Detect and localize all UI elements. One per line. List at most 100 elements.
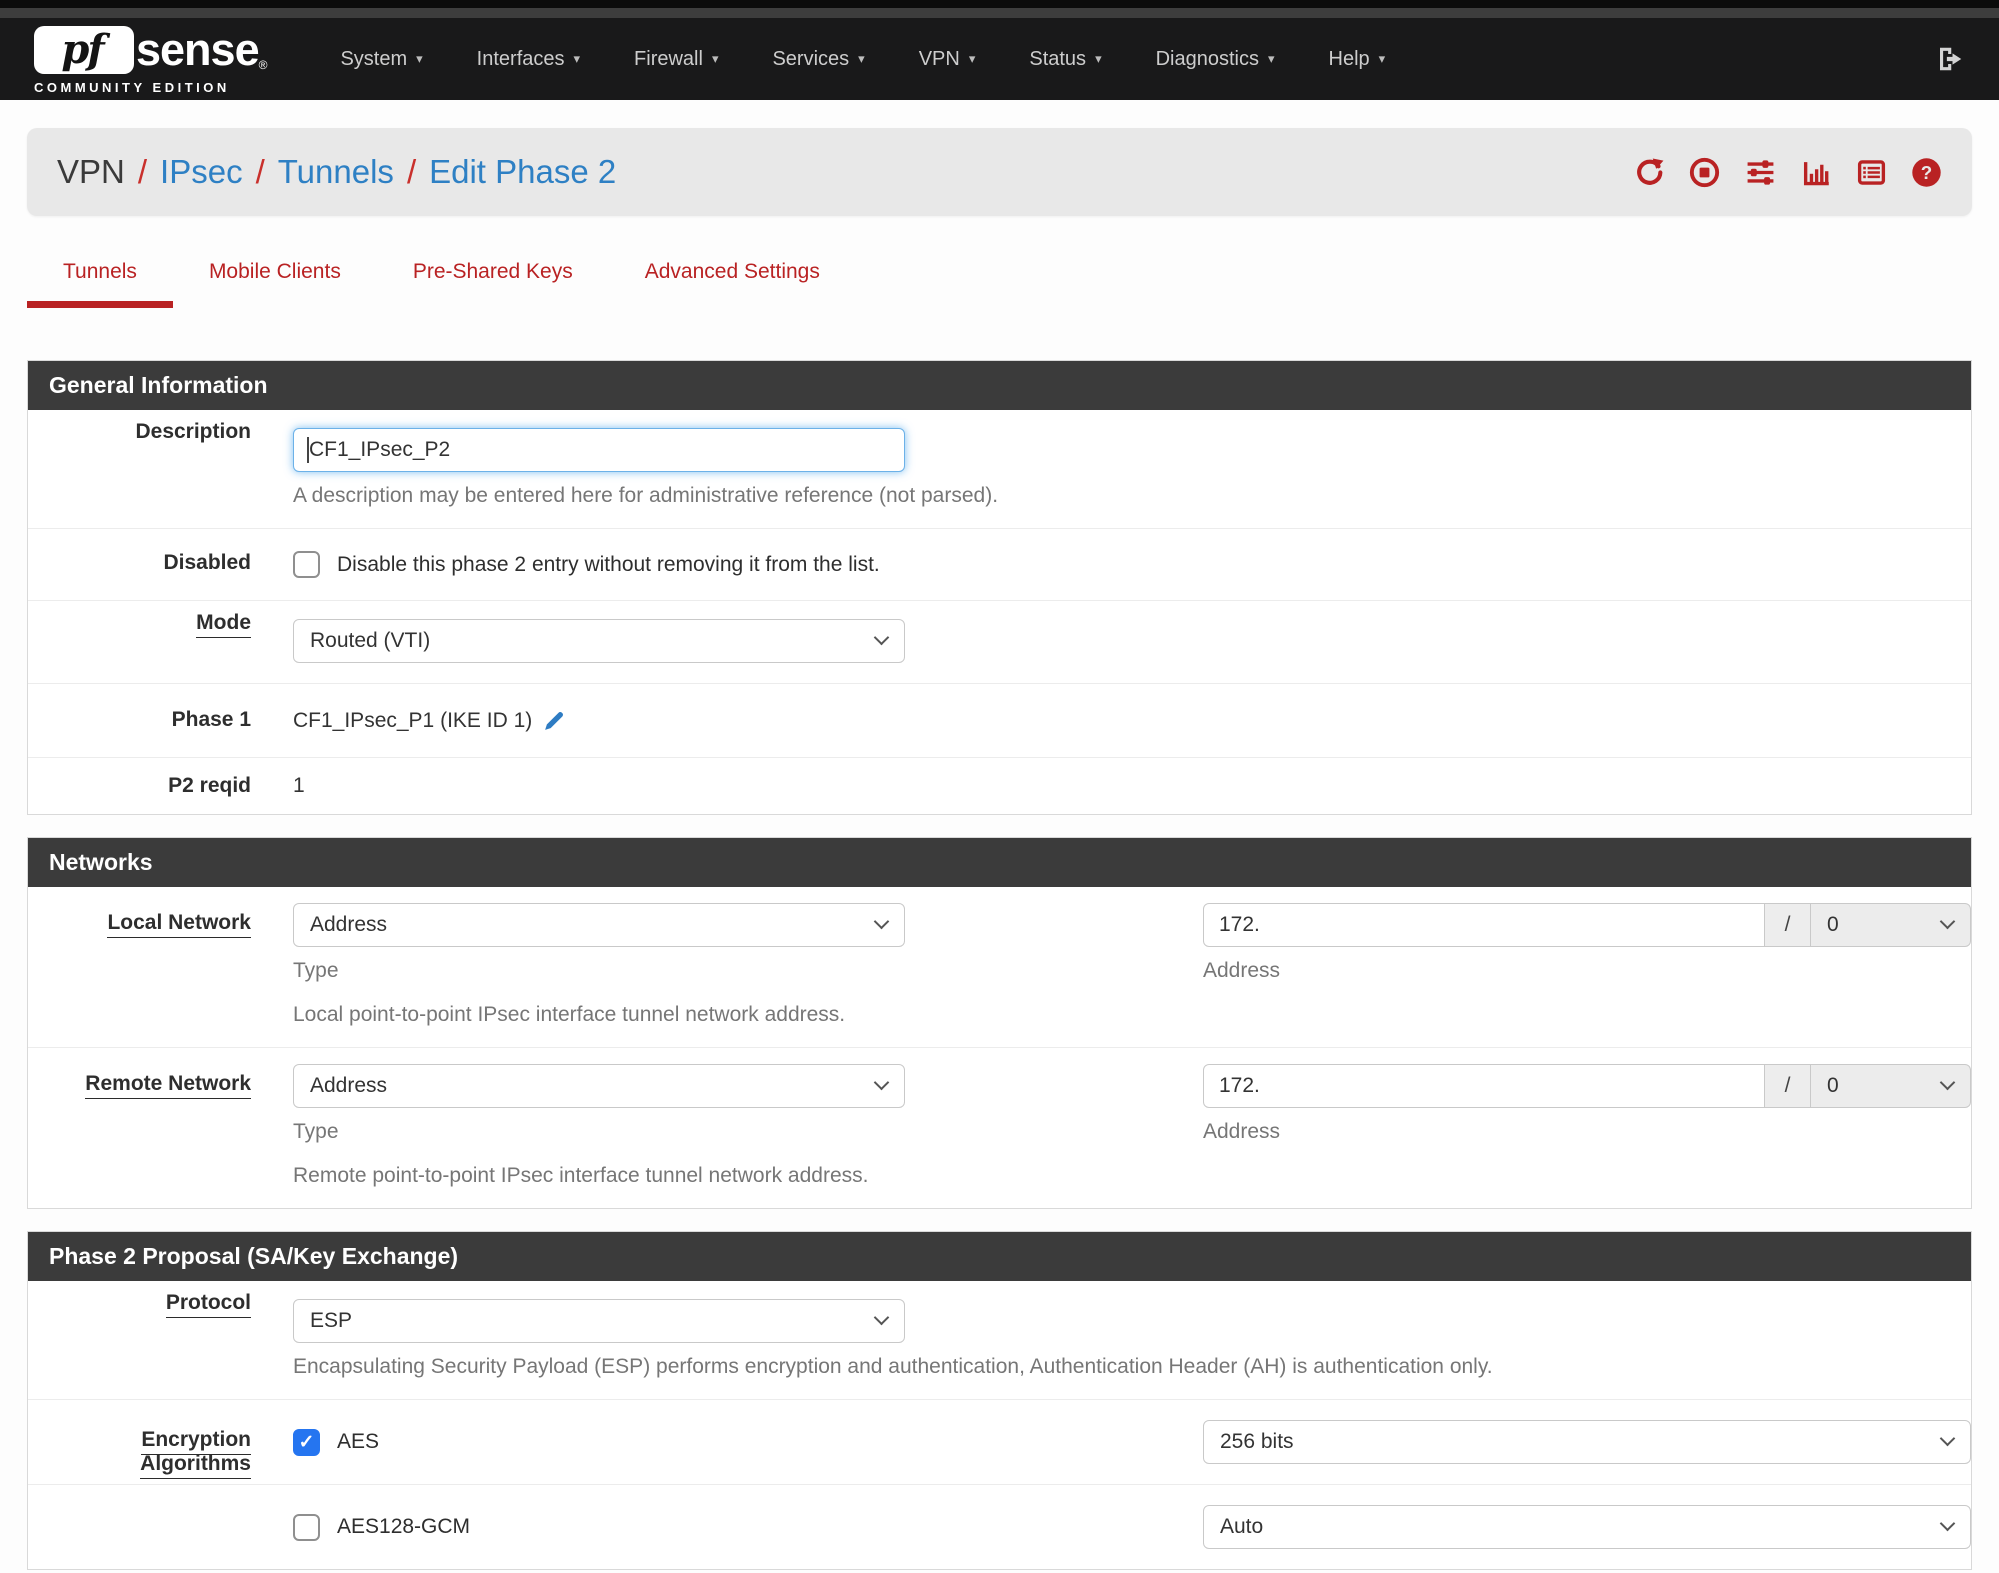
protocol-select[interactable]: ESP	[293, 1299, 905, 1343]
row-description: Description A description may be entered…	[28, 410, 1971, 529]
sign-out-icon[interactable]	[1935, 44, 1965, 74]
nav-item-vpn[interactable]: VPN ▾	[892, 48, 1003, 71]
edit-pencil-icon[interactable]	[542, 708, 567, 733]
mode-label: Mode	[196, 611, 251, 638]
remote-network-description: Remote point-to-point IPsec interface tu…	[293, 1164, 869, 1187]
chevron-down-icon: ▾	[858, 51, 865, 66]
aes128-gcm-keylen-select[interactable]: Auto	[1203, 1505, 1971, 1549]
pfsense-logo[interactable]: pf sense ® COMMUNITY EDITION	[34, 24, 267, 95]
chevron-down-icon: ▾	[416, 51, 423, 66]
protocol-label: Protocol	[165, 1291, 251, 1318]
row-disabled: Disabled Disable this phase 2 entry with…	[28, 529, 1971, 601]
main-navbar: pf sense ® COMMUNITY EDITION System ▾ Int…	[0, 18, 1999, 100]
chevron-down-icon: ▾	[1095, 51, 1102, 66]
local-network-label: Local Network	[107, 911, 251, 938]
nav-menu: System ▾ Interfaces ▾ Firewall ▾ Services ▾ …	[313, 48, 1935, 71]
nav-item-system[interactable]: System ▾	[313, 48, 449, 71]
breadcrumb-bar: VPN / IPsec / Tunnels / Edit Phase 2 ?	[27, 128, 1972, 216]
address-mask-separator: /	[1765, 1064, 1811, 1108]
page-tabs: Tunnels Mobile Clients Pre-Shared Keys A…	[27, 260, 1972, 308]
row-p2-reqid: P2 reqid 1	[28, 758, 1971, 814]
panel-phase2-proposal: Phase 2 Proposal (SA/Key Exchange) Proto…	[27, 1231, 1972, 1570]
nav-item-services[interactable]: Services ▾	[745, 48, 891, 71]
chevron-down-icon: ▾	[711, 51, 719, 66]
bar-chart-icon[interactable]	[1801, 157, 1832, 188]
address-mask-separator: /	[1765, 903, 1811, 947]
stop-circle-icon[interactable]	[1689, 157, 1720, 188]
phase1-label: Phase 1	[171, 708, 251, 731]
breadcrumb-edit-phase-2[interactable]: Edit Phase 2	[429, 153, 616, 191]
text-cursor	[307, 437, 309, 463]
row-remote-network: Remote Network Address Type / 0	[28, 1048, 1971, 1208]
description-help: A description may be entered here for ad…	[293, 484, 999, 507]
refresh-icon[interactable]	[1634, 157, 1665, 188]
tab-mobile-clients[interactable]: Mobile Clients	[173, 260, 377, 308]
p2-reqid-label: P2 reqid	[168, 774, 251, 797]
pf-logo-text: pf	[61, 26, 104, 73]
nav-item-help[interactable]: Help ▾	[1302, 48, 1413, 71]
row-protocol: Protocol ESP Encapsulating Security Payl…	[28, 1281, 1971, 1400]
aes128-gcm-checkbox[interactable]	[293, 1513, 320, 1541]
nav-item-firewall[interactable]: Firewall ▾	[607, 48, 745, 71]
breadcrumb-vpn: VPN	[57, 153, 125, 190]
p2-reqid-value: 1	[293, 774, 305, 797]
aes-keylen-select[interactable]: 256 bits	[1203, 1420, 1971, 1464]
aes-checkbox[interactable]: ✓	[293, 1428, 320, 1456]
row-encryption-aes: Encryption Algorithms ✓ AES 256 bits	[28, 1400, 1971, 1485]
local-address-help: Address	[1203, 959, 1281, 982]
community-edition-label: COMMUNITY EDITION	[34, 79, 230, 95]
nav-item-interfaces[interactable]: Interfaces ▾	[450, 48, 607, 71]
local-type-help: Type	[293, 959, 339, 982]
registered-mark: ®	[258, 57, 268, 72]
tab-advanced-settings[interactable]: Advanced Settings	[609, 260, 856, 308]
chevron-down-icon	[873, 629, 890, 646]
local-network-description: Local point-to-point IPsec interface tun…	[293, 1003, 846, 1026]
protocol-help: Encapsulating Security Payload (ESP) per…	[293, 1355, 1493, 1378]
window-chrome-strip	[0, 0, 1999, 18]
local-network-type-select[interactable]: Address	[293, 903, 905, 947]
encryption-algorithms-label: Encryption Algorithms	[140, 1428, 251, 1479]
chevron-down-icon	[873, 913, 890, 930]
mode-select[interactable]: Routed (VTI)	[293, 619, 905, 663]
tab-pre-shared-keys[interactable]: Pre-Shared Keys	[377, 260, 609, 308]
sliders-icon[interactable]	[1744, 157, 1777, 188]
row-local-network: Local Network Address Type / 0	[28, 887, 1971, 1048]
chevron-down-icon	[1939, 913, 1956, 930]
nav-item-diagnostics[interactable]: Diagnostics ▾	[1129, 48, 1302, 71]
panel-networks: Networks Local Network Address Type /	[27, 837, 1972, 1209]
disabled-checkbox[interactable]	[293, 551, 320, 578]
remote-mask-select[interactable]: 0	[1811, 1064, 1971, 1108]
sense-logo-text: sense	[136, 23, 260, 75]
remote-network-type-select[interactable]: Address	[293, 1064, 905, 1108]
page-action-icons: ?	[1634, 157, 1942, 188]
chevron-down-icon: ▾	[1267, 51, 1275, 66]
nav-item-status[interactable]: Status ▾	[1002, 48, 1128, 71]
remote-address-input[interactable]	[1203, 1064, 1765, 1108]
chevron-down-icon	[873, 1309, 890, 1326]
panel-title: Phase 2 Proposal (SA/Key Exchange)	[28, 1232, 1971, 1281]
row-phase1: Phase 1 CF1_IPsec_P1 (IKE ID 1)	[28, 684, 1971, 758]
chevron-down-icon	[873, 1074, 890, 1091]
description-label: Description	[135, 420, 251, 443]
panel-title: General Information	[28, 361, 1971, 410]
local-mask-select[interactable]: 0	[1811, 903, 1971, 947]
breadcrumb: VPN / IPsec / Tunnels / Edit Phase 2	[57, 153, 617, 191]
description-input[interactable]	[293, 428, 905, 472]
pf-logo-badge: pf	[34, 25, 134, 74]
breadcrumb-tunnels[interactable]: Tunnels	[278, 153, 394, 191]
tab-tunnels[interactable]: Tunnels	[27, 260, 173, 308]
disabled-checkbox-label: Disable this phase 2 entry without remov…	[337, 552, 880, 576]
chevron-down-icon: ▾	[1378, 51, 1386, 66]
aes-label: AES	[337, 1430, 380, 1453]
phase1-value: CF1_IPsec_P1 (IKE ID 1)	[293, 708, 533, 732]
row-encryption-aes128gcm: AES128-GCM Auto	[28, 1485, 1971, 1569]
chevron-down-icon	[1939, 1515, 1956, 1532]
status-log-icon[interactable]	[1856, 157, 1887, 188]
remote-network-label: Remote Network	[85, 1072, 251, 1099]
help-icon[interactable]: ?	[1911, 157, 1942, 188]
chevron-down-icon: ▾	[968, 51, 976, 66]
remote-address-help: Address	[1203, 1120, 1281, 1143]
breadcrumb-ipsec[interactable]: IPsec	[160, 153, 243, 191]
local-address-input[interactable]	[1203, 903, 1765, 947]
remote-type-help: Type	[293, 1120, 339, 1143]
